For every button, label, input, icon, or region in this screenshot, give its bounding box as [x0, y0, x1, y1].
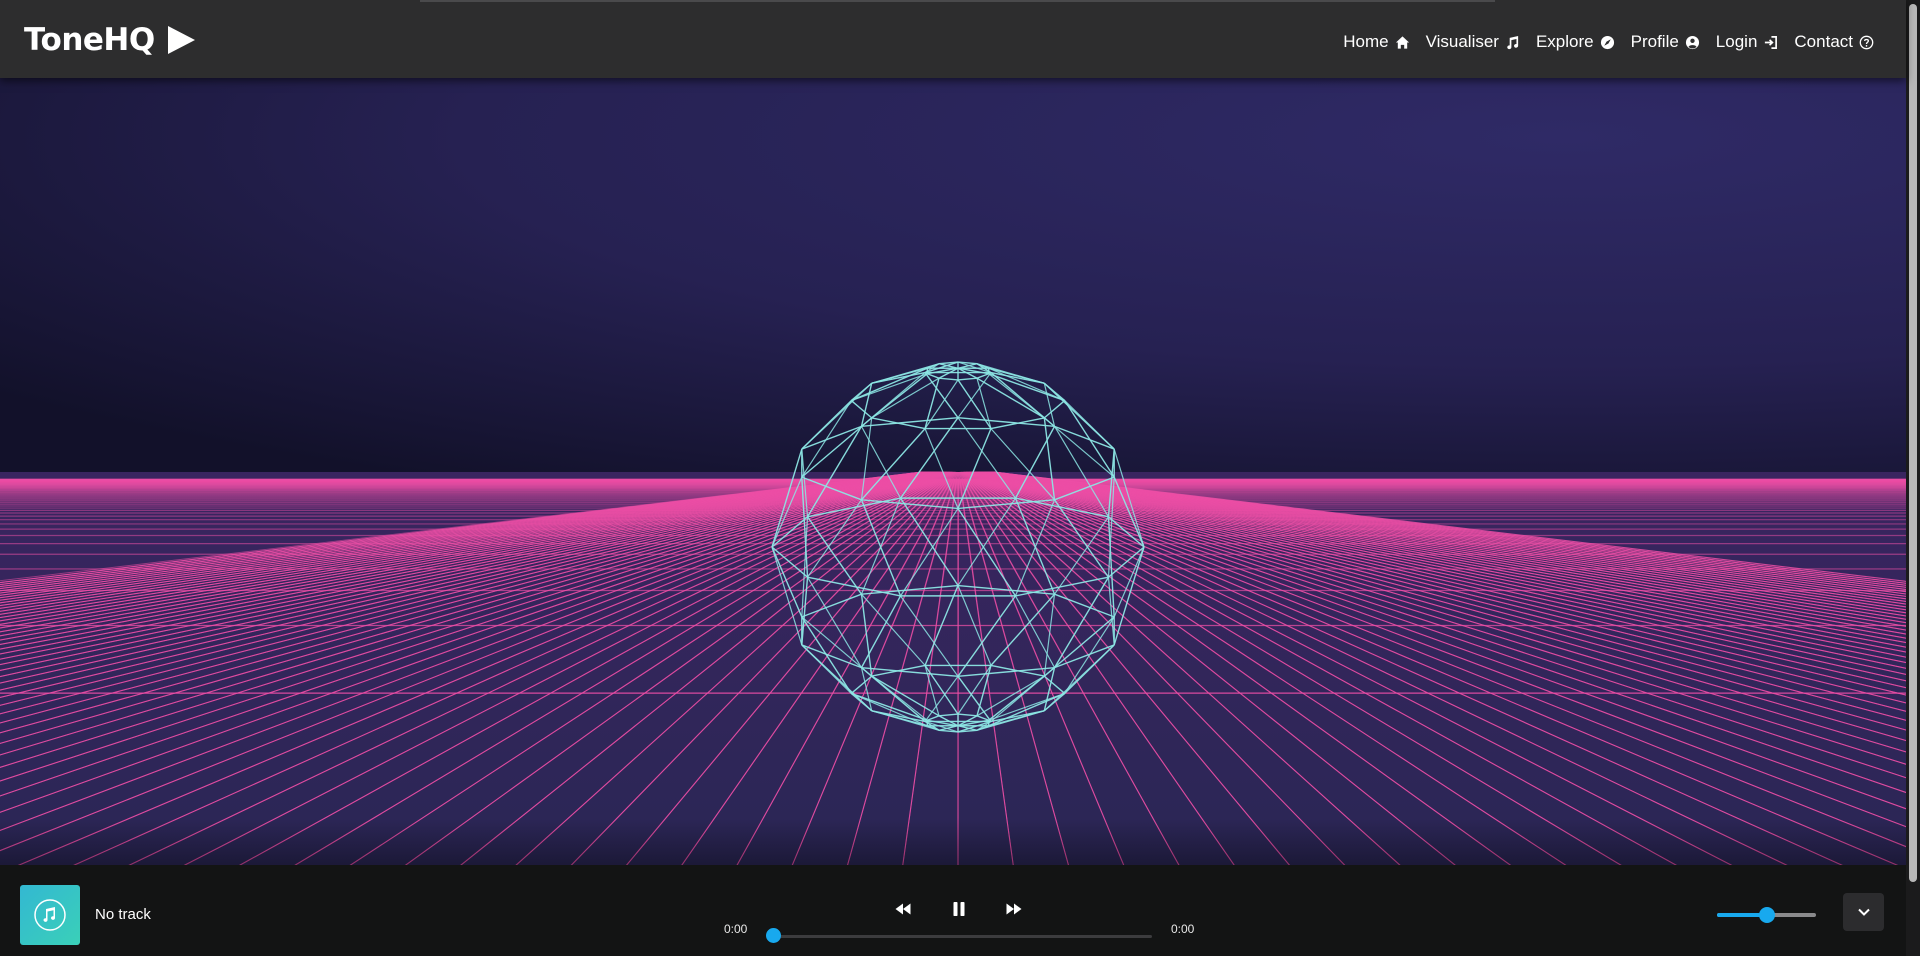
nav-item-contact[interactable]: Contact	[1786, 22, 1882, 62]
rewind-button[interactable]	[890, 896, 916, 922]
visualiser-scene	[0, 78, 1906, 865]
album-art	[20, 885, 80, 945]
sky-backdrop	[0, 78, 1906, 472]
user-circle-icon	[1685, 35, 1699, 49]
volume-handle[interactable]	[1759, 907, 1775, 923]
total-time: 0:00	[1171, 922, 1195, 936]
nav-item-label: Explore	[1535, 32, 1594, 51]
compass-icon	[1600, 35, 1614, 49]
floor-bottom-fade	[0, 818, 1906, 865]
nav-item-home[interactable]: Home	[1335, 22, 1417, 62]
nav-item-login[interactable]: Login	[1708, 22, 1787, 62]
play-icon	[167, 26, 195, 54]
question-circle-icon	[1859, 35, 1874, 49]
current-time: 0:00	[724, 922, 748, 936]
scrollbar-thumb[interactable]	[1909, 4, 1917, 882]
music-note-icon	[1507, 35, 1519, 49]
window-top-line	[420, 0, 1495, 2]
fast-forward-button[interactable]	[1001, 896, 1027, 922]
top-navbar: ToneHQ Home Visualiser Explore Profile L…	[0, 0, 1906, 78]
collapse-player-button[interactable]	[1843, 893, 1884, 931]
nav-item-label: Home	[1343, 32, 1389, 51]
nav-item-label: Visualiser	[1425, 32, 1499, 51]
music-note-icon	[34, 899, 66, 931]
track-title: No track	[95, 906, 151, 923]
pause-button[interactable]	[946, 896, 972, 922]
nav-item-label: Contact	[1794, 32, 1853, 51]
nav-item-label: Login	[1715, 32, 1758, 51]
nav-item-profile[interactable]: Profile	[1623, 22, 1708, 62]
home-icon	[1395, 35, 1409, 49]
login-icon	[1765, 35, 1778, 49]
audio-player-bar: No track	[0, 865, 1906, 956]
chevron-down-icon	[1857, 908, 1870, 916]
visualiser-canvas[interactable]	[0, 78, 1906, 865]
seek-bar[interactable]	[772, 935, 1152, 938]
rewind-icon	[895, 903, 911, 915]
brand-logo[interactable]: ToneHQ	[24, 20, 197, 60]
fast-forward-icon	[1006, 903, 1022, 915]
nav-item-label: Profile	[1630, 32, 1679, 51]
brand-name: ToneHQ	[24, 22, 155, 58]
nav-menu: Home Visualiser Explore Profile Login Co…	[1335, 0, 1882, 84]
nav-item-visualiser[interactable]: Visualiser	[1418, 22, 1528, 62]
pause-icon	[953, 902, 965, 916]
nav-item-explore[interactable]: Explore	[1528, 22, 1623, 62]
seek-handle[interactable]	[766, 928, 781, 943]
page-scrollbar[interactable]	[1906, 0, 1920, 956]
